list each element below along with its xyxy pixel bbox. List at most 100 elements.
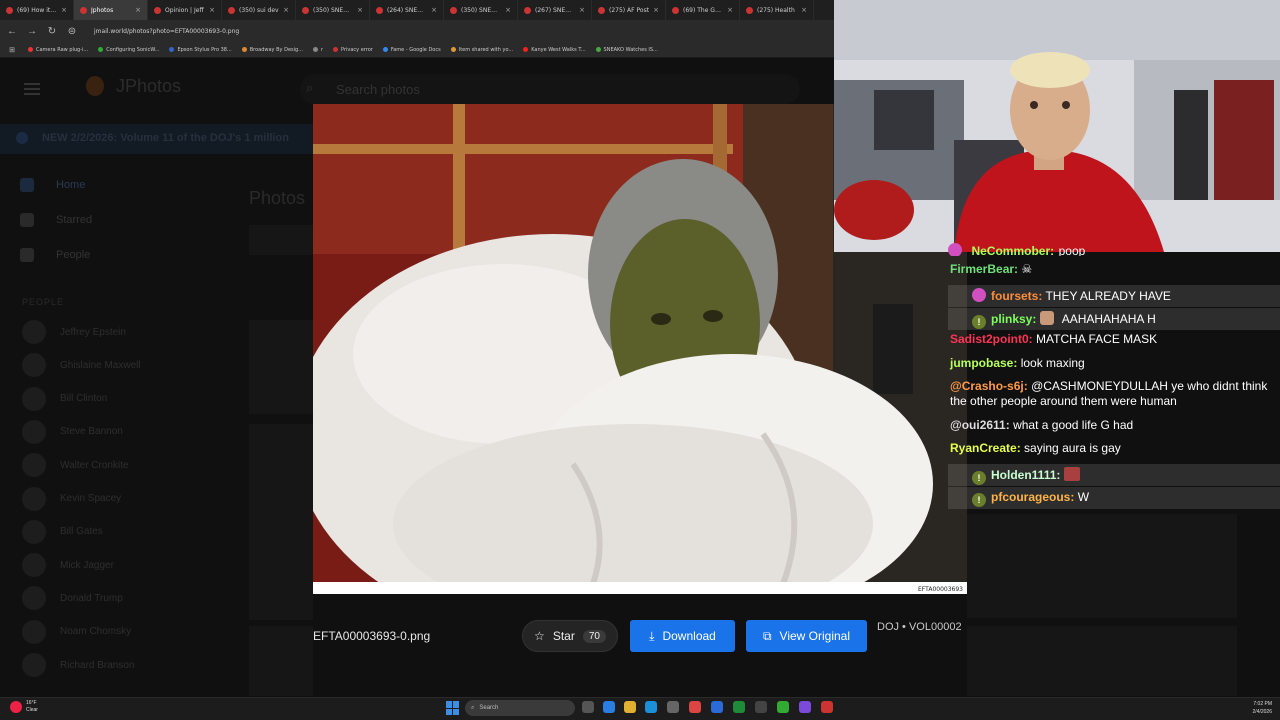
photo-thumbnail[interactable] <box>967 626 1237 696</box>
photo-thumbnail[interactable] <box>249 424 313 620</box>
star-icon <box>20 213 34 227</box>
close-icon[interactable]: × <box>209 6 215 14</box>
sidebar-person[interactable]: Bill Gates <box>22 519 103 544</box>
browser-tab[interactable]: (69) How it fe × <box>0 0 74 20</box>
close-icon[interactable]: × <box>135 6 141 14</box>
sidebar-item-people[interactable]: People <box>20 248 90 262</box>
back-icon[interactable]: ← <box>6 26 18 37</box>
browser-tab[interactable]: (350) SNEAKO × <box>296 0 370 20</box>
sidebar-person[interactable]: Walter Cronkite <box>22 453 129 478</box>
close-icon[interactable]: × <box>579 6 585 14</box>
browser-tab[interactable]: (69) The Gran × <box>666 0 740 20</box>
start-button[interactable] <box>446 701 460 715</box>
url-field[interactable]: jmail.world/photos?photo=EFTA00003693-0.… <box>94 28 239 35</box>
close-icon[interactable]: × <box>431 6 437 14</box>
bookmark-item[interactable]: Configuring SonicW... <box>98 47 159 53</box>
sidebar-item-label: Home <box>56 179 86 191</box>
forward-icon[interactable]: → <box>26 26 38 37</box>
bookmark-item[interactable]: Broadway By Desig... <box>241 47 303 53</box>
task-view-icon[interactable] <box>582 701 594 713</box>
chat-username[interactable]: foursets: <box>991 289 1042 303</box>
edge-icon[interactable] <box>645 701 657 713</box>
browser-tab[interactable]: (267) SNEAKO × <box>518 0 592 20</box>
taskbar-search[interactable]: ⌕ Search <box>465 700 575 716</box>
screen: { "browser": { "tabs": [ {"label": "(69)… <box>0 0 1280 720</box>
app-icon[interactable] <box>755 701 767 713</box>
app-icon[interactable] <box>777 701 789 713</box>
photo-thumbnail[interactable] <box>249 626 313 696</box>
people-heading: PEOPLE <box>22 297 65 307</box>
sidebar-item-home[interactable]: Home <box>20 178 85 192</box>
chat-text: what a good life G had <box>1013 418 1134 432</box>
sidebar-person[interactable]: Noam Chomsky <box>22 619 131 644</box>
sidebar-person[interactable]: Richard Branson <box>22 653 134 677</box>
chat-username[interactable]: jumpobase: <box>950 356 1017 370</box>
obs-icon[interactable] <box>799 701 811 713</box>
browser-tab[interactable]: (264) SNEAKO × <box>370 0 444 20</box>
site-info-icon[interactable]: ⊜ <box>66 26 78 37</box>
sidebar-person[interactable]: Mick Jagger <box>22 553 114 578</box>
tab-favicon-icon <box>598 6 605 14</box>
close-icon[interactable]: × <box>653 6 659 14</box>
chat-badge-icon <box>972 288 986 302</box>
photo-thumbnail[interactable] <box>967 514 1237 618</box>
bookmark-item[interactable]: Item shared with yo... <box>450 47 513 53</box>
sidebar-item-starred[interactable]: Starred <box>20 213 92 227</box>
chat-username[interactable]: pfcourageous: <box>991 490 1074 504</box>
photo-thumbnail[interactable] <box>249 320 313 414</box>
avatar <box>22 386 46 411</box>
sidebar-person[interactable]: Donald Trump <box>22 586 123 611</box>
close-icon[interactable]: × <box>727 6 733 14</box>
browser-tab[interactable]: (275) AF Post × <box>592 0 666 20</box>
sidebar-item-label: People <box>56 249 91 261</box>
chat-username[interactable]: Sadist2point0: <box>950 332 1033 346</box>
chat-username[interactable]: @oui2611: <box>950 418 1010 432</box>
sidebar-person[interactable]: Kevin Spacey <box>22 486 121 511</box>
bookmark-item[interactable]: Fame - Google Docs <box>382 47 441 53</box>
tab-title: (350) SNEAKO <box>313 6 354 14</box>
close-icon[interactable]: × <box>357 6 363 14</box>
close-icon[interactable]: × <box>801 6 807 14</box>
chat-username[interactable]: plinksy: <box>991 312 1036 326</box>
bookmark-item[interactable]: Kanye West Walks T... <box>523 47 586 53</box>
chrome-icon[interactable] <box>821 701 833 713</box>
close-icon[interactable]: × <box>505 6 511 14</box>
sidebar-person[interactable]: Steve Bannon <box>22 419 123 444</box>
chrome-icon[interactable] <box>689 701 701 713</box>
sidebar-person[interactable]: Ghislaine Maxwell <box>22 353 141 378</box>
bookmark-item[interactable]: Camera Raw plug-i... <box>28 47 88 53</box>
bookmark-item[interactable]: SNEAKO Watches IS... <box>595 47 658 53</box>
sidebar-person[interactable]: Bill Clinton <box>22 386 107 411</box>
close-icon[interactable]: × <box>61 6 67 14</box>
download-button[interactable]: ⤓ Download <box>630 620 735 652</box>
bookmark-item[interactable]: r <box>312 47 323 53</box>
bookmark-item[interactable]: Privacy error <box>333 47 373 53</box>
chat-username[interactable]: Holden1111: <box>991 468 1060 482</box>
browser-tab[interactable]: Opinion | Jeff × <box>148 0 222 20</box>
star-button[interactable]: ☆ Star 70 <box>522 620 618 652</box>
excel-icon[interactable] <box>733 701 745 713</box>
apps-grid-icon[interactable]: ⊞ <box>6 46 18 54</box>
chat-username[interactable]: RyanCreate: <box>950 441 1021 455</box>
browser-tab[interactable]: (275) Health × <box>740 0 814 20</box>
weather-widget[interactable]: 16°F Clear <box>26 700 38 714</box>
chat-username[interactable]: @Crasho-s6j: <box>950 379 1028 393</box>
menu-icon[interactable] <box>24 83 40 95</box>
reload-icon[interactable]: ↻ <box>46 26 58 37</box>
bookmark-item[interactable]: Epson Stylus Pro 38... <box>169 47 232 53</box>
browser-tab[interactable]: Jphotos × <box>74 0 148 20</box>
copilot-icon[interactable] <box>603 701 615 713</box>
file-explorer-icon[interactable] <box>624 701 636 713</box>
filter-chip[interactable] <box>249 225 313 255</box>
store-icon[interactable] <box>667 701 679 713</box>
sidebar-person[interactable]: Jeffrey Epstein <box>22 320 126 344</box>
taskbar-clock[interactable]: 7:02 PM 2/4/2026 <box>1236 700 1272 716</box>
search-placeholder: Search photos <box>336 82 420 97</box>
browser-tab[interactable]: (350) sui dev × <box>222 0 296 20</box>
chat-username[interactable]: FirmerBear: <box>950 262 1018 276</box>
close-icon[interactable]: × <box>283 6 289 14</box>
view-original-button[interactable]: ⧉ View Original <box>746 620 867 652</box>
vscode-icon[interactable] <box>711 701 723 713</box>
browser-tab[interactable]: (350) SNEAKO × <box>444 0 518 20</box>
weather-icon[interactable] <box>10 701 22 713</box>
